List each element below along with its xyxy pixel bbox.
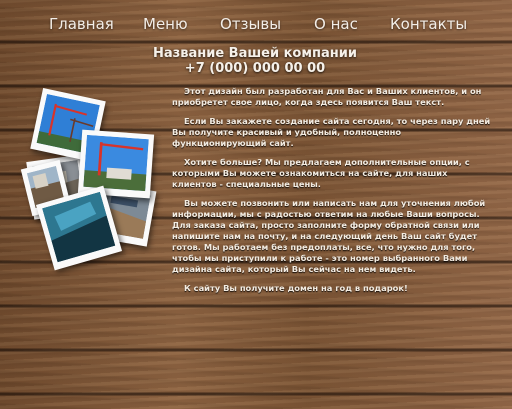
main-content: Этот дизайн был разработан для Вас и Ваш…	[172, 86, 494, 302]
nav-reviews[interactable]: Отзывы	[220, 14, 281, 34]
contact-paragraph: Вы можете позвонить или написать нам для…	[172, 198, 486, 274]
nav-contacts[interactable]: Контакты	[390, 14, 467, 34]
order-paragraph: Если Вы закажете создание сайта сегодня,…	[172, 116, 491, 148]
intro-paragraph: Этот дизайн был разработан для Вас и Ваш…	[172, 86, 482, 107]
company-header: Название Вашей компании +7 (000) 000 00 …	[100, 46, 410, 76]
photo-cranes-2	[77, 129, 155, 199]
nav-home[interactable]: Главная	[49, 14, 114, 34]
main-nav: Главная Меню Отзывы О нас Контакты	[0, 14, 512, 38]
photo-collage	[20, 86, 162, 276]
nav-menu[interactable]: Меню	[143, 14, 188, 34]
phone-number: +7 (000) 000 00 00	[184, 61, 326, 76]
company-name: Название Вашей компании	[153, 46, 357, 61]
options-paragraph: Хотите больше? Мы предлагаем дополнитель…	[172, 157, 470, 189]
nav-about[interactable]: О нас	[314, 14, 358, 34]
domain-paragraph: К сайту Вы получите домен на год в подар…	[184, 283, 408, 293]
